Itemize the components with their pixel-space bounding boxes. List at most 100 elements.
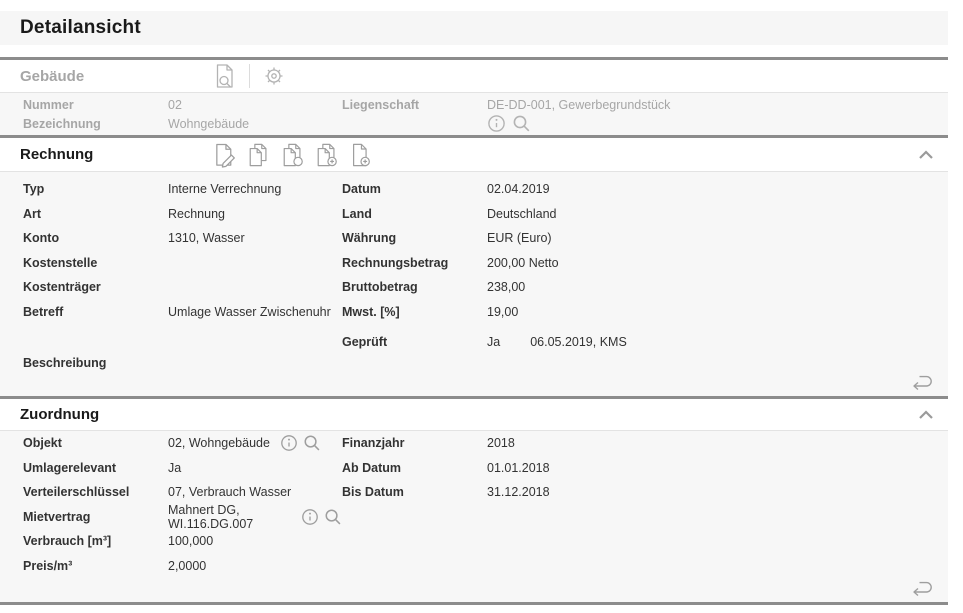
field-value: 01.01.2018 [487,461,550,475]
field-objekt: Objekt 02, Wohngebäude [23,431,342,456]
field-beschreibung: Beschreibung [23,351,342,376]
field-value: Interne Verrechnung [168,182,281,196]
section-gebaeude: Gebäude [0,60,948,135]
field-value: 31.12.2018 [487,485,550,499]
toolbar-divider [249,64,250,88]
field-label: Land [342,207,487,221]
field-umlagerelevant: Umlagerelevant Ja [23,456,342,481]
field-label: Geprüft [342,335,487,349]
section-rechnung: Rechnung [0,138,948,396]
field-art: Art Rechnung [23,202,342,227]
collapse-zuordnung-icon[interactable] [918,409,934,420]
field-value: 1310, Wasser [168,231,245,245]
field-kostentraeger: Kostenträger [23,275,342,300]
section-title-zuordnung: Zuordnung [20,406,213,423]
field-label: Verteilerschlüssel [23,485,168,499]
field-value: DE-DD-001, Gewerbegrundstück [487,98,670,112]
field-preis: Preis/m³ 2,0000 [23,554,342,579]
objekt-value: 02, Wohngebäude [168,436,270,450]
copy-document-icon[interactable] [247,142,271,168]
field-label: Ab Datum [342,461,487,475]
info-icon[interactable] [487,114,506,133]
zuordnung-body: Objekt 02, Wohngebäude [0,431,948,602]
field-typ: Typ Interne Verrechnung [23,177,342,202]
copy-document-add-icon[interactable] [315,142,339,168]
field-label: Rechnungsbetrag [342,256,487,270]
search-icon[interactable] [324,508,342,526]
rechnung-body: Typ Interne Verrechnung Art Rechnung Kon… [0,172,948,396]
search-icon[interactable] [512,114,531,133]
field-value: 02.04.2019 [487,182,550,196]
search-icon[interactable] [303,434,321,452]
field-label: Umlagerelevant [23,461,168,475]
field-value: Ja [168,461,181,475]
field-value: Mahnert DG, WI.116.DG.007 [168,503,342,531]
field-value: Ja 06.05.2019, KMS [487,335,627,349]
field-waehrung: Währung EUR (Euro) [342,226,948,251]
zuordnung-header: Zuordnung [0,399,948,430]
field-label: Beschreibung [23,356,168,370]
field-geprueft: Geprüft Ja 06.05.2019, KMS [342,330,948,355]
field-land: Land Deutschland [342,202,948,227]
geprueft-flag: Ja [487,335,500,349]
field-label: Währung [342,231,487,245]
section-title-gebaeude: Gebäude [20,68,213,85]
document-search-icon[interactable] [213,63,237,89]
field-value: Umlage Wasser Zwischenuhr [168,305,331,319]
gear-icon[interactable] [262,63,286,89]
geprueft-date: 06.05.2019, KMS [530,335,627,349]
field-value: 2,0000 [168,559,206,573]
new-document-add-icon[interactable] [349,142,373,168]
undo-icon[interactable] [910,373,935,391]
field-value: 238,00 [487,280,525,294]
field-label: Konto [23,231,168,245]
gebaeude-body: Nummer 02 Bezeichnung Wohngebäude Liegen… [0,93,948,135]
field-label: Datum [342,182,487,196]
divider [0,602,948,605]
field-verteilerschluessel: Verteilerschlüssel 07, Verbrauch Wasser [23,480,342,505]
field-bis-datum: Bis Datum 31.12.2018 [342,480,948,505]
rechnung-header: Rechnung [0,138,948,171]
field-value: Deutschland [487,207,557,221]
field-value: 200,00 Netto [487,256,559,270]
field-label: Objekt [23,436,168,450]
field-value: Wohngebäude [168,117,249,131]
field-value: 07, Verbrauch Wasser [168,485,291,499]
field-ab-datum: Ab Datum 01.01.2018 [342,456,948,481]
field-bruttobetrag: Bruttobetrag 238,00 [342,275,948,300]
field-value: 02, Wohngebäude [168,434,321,452]
section-zuordnung: Zuordnung Objekt 02, Wohngebäude [0,399,948,602]
field-bezeichnung: Bezeichnung Wohngebäude [23,114,342,133]
edit-document-icon[interactable] [213,142,237,168]
field-value: 100,000 [168,534,213,548]
field-nummer: Nummer 02 [23,95,342,114]
detail-view-page: Detailansicht Gebäude [0,0,963,613]
undo-icon[interactable] [910,579,935,597]
copy-document-circle-icon[interactable] [281,142,305,168]
gebaeude-toolbar [213,63,286,89]
field-value: Rechnung [168,207,225,221]
info-icon[interactable] [301,508,319,526]
collapse-rechnung-icon[interactable] [918,149,934,160]
field-rechnungsbetrag: Rechnungsbetrag 200,00 Netto [342,251,948,276]
field-finanzjahr: Finanzjahr 2018 [342,431,948,456]
field-value: 02 [168,98,182,112]
field-label: Finanzjahr [342,436,487,450]
field-mietvertrag: Mietvertrag Mahnert DG, WI.116.DG.007 [23,505,342,530]
field-label: Nummer [23,98,168,112]
field-label: Bis Datum [342,485,487,499]
field-label: Bezeichnung [23,117,168,131]
field-verbrauch: Verbrauch [m³] 100,000 [23,529,342,554]
field-label: Mietvertrag [23,510,168,524]
liegenschaft-icons [487,114,948,133]
field-label: Verbrauch [m³] [23,534,168,548]
field-mwst: Mwst. [%] 19,00 [342,300,948,325]
field-konto: Konto 1310, Wasser [23,226,342,251]
field-label: Art [23,207,168,221]
field-liegenschaft: Liegenschaft DE-DD-001, Gewerbegrundstüc… [342,95,948,114]
info-icon[interactable] [280,434,298,452]
field-label: Kostenstelle [23,256,168,270]
field-betreff: Betreff Umlage Wasser Zwischenuhr [23,300,342,325]
field-kostenstelle: Kostenstelle [23,251,342,276]
field-label: Preis/m³ [23,559,168,573]
